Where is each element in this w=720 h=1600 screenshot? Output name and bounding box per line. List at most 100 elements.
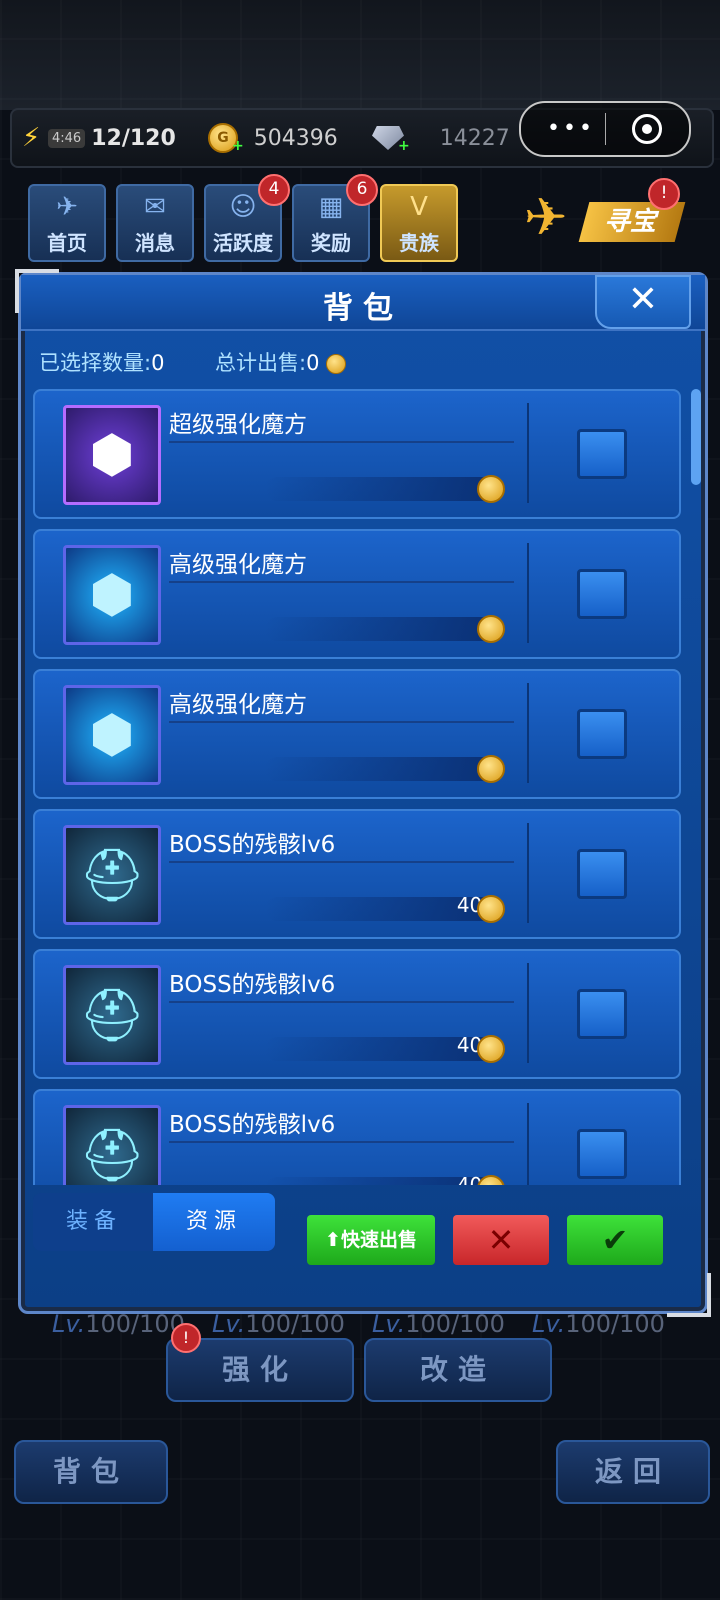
list-item[interactable]: ⬢ 超级强化魔方 1 bbox=[33, 389, 681, 519]
nav-activity-label: 活跃度 bbox=[213, 231, 273, 255]
purple-cube-icon: ⬢ bbox=[63, 405, 161, 505]
gold-value: 504396 bbox=[253, 125, 338, 151]
gold-coin-icon bbox=[326, 354, 347, 374]
tab-equipment[interactable]: 装备 bbox=[33, 1193, 155, 1251]
list-item[interactable]: ⛑ BOSS的残骸lv6 400 bbox=[33, 809, 681, 939]
backpack-modal: 背包 ✕ 已选择数量:0 总计出售:0 ⬢ 超级强化魔方 1 ⬢ 高级强化魔方 … bbox=[15, 269, 711, 1317]
item-list[interactable]: ⬢ 超级强化魔方 1 ⬢ 高级强化魔方 1 ⬢ 高级强化魔方 1 bbox=[33, 389, 681, 1185]
treasure-badge: ! bbox=[648, 178, 680, 210]
level-value: 100/100 bbox=[405, 1310, 505, 1338]
select-checkbox[interactable] bbox=[577, 429, 627, 479]
confirm-button[interactable]: ✔ bbox=[567, 1215, 663, 1265]
modify-button[interactable]: 改造 bbox=[364, 1338, 552, 1402]
nav-messages[interactable]: ✉ 消息 bbox=[116, 184, 194, 262]
select-checkbox[interactable] bbox=[577, 709, 627, 759]
bolt-icon: ⚡ bbox=[22, 123, 41, 153]
gold-coin-icon bbox=[477, 755, 505, 783]
item-name: BOSS的残骸lv6 bbox=[169, 1105, 514, 1143]
blue-cube-icon: ⬢ bbox=[63, 545, 161, 645]
category-tabs: 装备 资源 bbox=[33, 1193, 281, 1251]
item-name: 高级强化魔方 bbox=[169, 685, 514, 723]
treasure-button[interactable]: ✈ 寻宝 ! bbox=[524, 178, 686, 254]
gold-display[interactable]: G + 504396 bbox=[208, 122, 338, 154]
back-button[interactable]: 返回 bbox=[556, 1440, 710, 1504]
list-item[interactable]: ⛑ BOSS的残骸lv6 400 bbox=[33, 949, 681, 1079]
miniprogram-capsule: ••• bbox=[519, 101, 691, 157]
item-name: BOSS的残骸lv6 bbox=[169, 825, 514, 863]
total-sale: 总计出售:0 bbox=[215, 347, 347, 377]
level-3: Lv.100/100 bbox=[372, 1310, 505, 1338]
lv-prefix: Lv. bbox=[532, 1310, 566, 1338]
level-value: 100/100 bbox=[565, 1310, 665, 1338]
energy-timer: 4:46 bbox=[48, 128, 86, 148]
diamond-value: 14227 bbox=[439, 125, 510, 151]
treasure-jet-icon: ✈ bbox=[524, 188, 568, 248]
price-bar bbox=[265, 477, 505, 501]
select-checkbox[interactable] bbox=[577, 569, 627, 619]
boss-armor-icon: ⛑ bbox=[63, 825, 161, 925]
select-checkbox[interactable] bbox=[577, 849, 627, 899]
item-name: 超级强化魔方 bbox=[169, 405, 514, 443]
selected-count: 0 bbox=[151, 351, 165, 375]
level-value: 100/100 bbox=[85, 1310, 185, 1338]
nav-activity[interactable]: ☺ 活跃度 4 bbox=[204, 174, 290, 262]
total-sale-value: 0 bbox=[306, 351, 320, 375]
price-bar bbox=[265, 617, 505, 641]
quick-sell-button[interactable]: ⬆快速出售 bbox=[307, 1215, 435, 1265]
close-app-icon[interactable] bbox=[632, 114, 662, 144]
lv-prefix: Lv. bbox=[372, 1310, 406, 1338]
nav-messages-label: 消息 bbox=[135, 231, 175, 255]
activity-badge: 4 bbox=[258, 174, 290, 206]
select-checkbox[interactable] bbox=[577, 1129, 627, 1179]
boss-armor-icon: ⛑ bbox=[63, 965, 161, 1065]
modal-header: 背包 ✕ bbox=[21, 275, 705, 331]
enhance-badge: ! bbox=[171, 1323, 201, 1353]
selection-summary: 已选择数量:0 总计出售:0 bbox=[39, 347, 347, 377]
gold-coin-icon bbox=[477, 615, 505, 643]
selected-count-label: 已选择数量: bbox=[39, 351, 152, 375]
energy-display[interactable]: ⚡ 4:46 12/120 bbox=[22, 122, 176, 154]
cross-icon: ✕ bbox=[487, 1221, 515, 1259]
total-sale-label: 总计出售: bbox=[215, 351, 307, 375]
mail-icon: ✉ bbox=[144, 192, 166, 222]
item-divider bbox=[527, 403, 529, 503]
nav-home[interactable]: ✈ 首页 bbox=[28, 184, 106, 262]
lv-prefix: Lv. bbox=[52, 1310, 86, 1338]
add-diamond-icon[interactable]: + bbox=[398, 138, 410, 154]
item-name: 高级强化魔方 bbox=[169, 545, 514, 583]
jet-icon: ✈ bbox=[56, 192, 78, 222]
tab-resources[interactable]: 资源 bbox=[153, 1193, 275, 1251]
rewards-badge: 6 bbox=[346, 174, 378, 206]
level-value: 100/100 bbox=[245, 1310, 345, 1338]
list-item[interactable]: ⛑ BOSS的残骸lv6 400 bbox=[33, 1089, 681, 1185]
more-icon[interactable]: ••• bbox=[547, 116, 595, 141]
list-item[interactable]: ⬢ 高级强化魔方 1 bbox=[33, 669, 681, 799]
nav-noble[interactable]: V 贵族 bbox=[380, 184, 458, 262]
nav-home-label: 首页 bbox=[47, 231, 87, 255]
close-button[interactable]: ✕ bbox=[595, 275, 691, 329]
lv-prefix: Lv. bbox=[212, 1310, 246, 1338]
gold-coin-icon bbox=[477, 475, 505, 503]
cancel-button[interactable]: ✕ bbox=[453, 1215, 549, 1265]
close-icon: ✕ bbox=[627, 279, 659, 320]
quick-sell-label: 快速出售 bbox=[340, 1229, 417, 1251]
item-divider bbox=[527, 823, 529, 923]
add-gold-icon[interactable]: + bbox=[232, 138, 244, 154]
upload-icon: ⬆ bbox=[325, 1229, 341, 1251]
diamond-display[interactable]: + 14227 bbox=[372, 122, 510, 154]
level-1: Lv.100/100 bbox=[52, 1310, 185, 1338]
gold-coin-icon bbox=[477, 1035, 505, 1063]
nav-rewards[interactable]: ▦ 奖励 6 bbox=[292, 174, 378, 262]
frame-corner bbox=[667, 1273, 711, 1317]
list-scrollbar[interactable] bbox=[691, 389, 701, 485]
item-divider bbox=[527, 543, 529, 643]
list-item[interactable]: ⬢ 高级强化魔方 1 bbox=[33, 529, 681, 659]
nav-rewards-label: 奖励 bbox=[311, 231, 351, 255]
item-name: BOSS的残骸lv6 bbox=[169, 965, 514, 1003]
v-badge-icon: V bbox=[410, 192, 428, 222]
capsule-separator bbox=[605, 113, 606, 145]
select-checkbox[interactable] bbox=[577, 989, 627, 1039]
price-bar bbox=[265, 757, 505, 781]
gold-coin-icon bbox=[477, 895, 505, 923]
bag-button[interactable]: 背包 bbox=[14, 1440, 168, 1504]
